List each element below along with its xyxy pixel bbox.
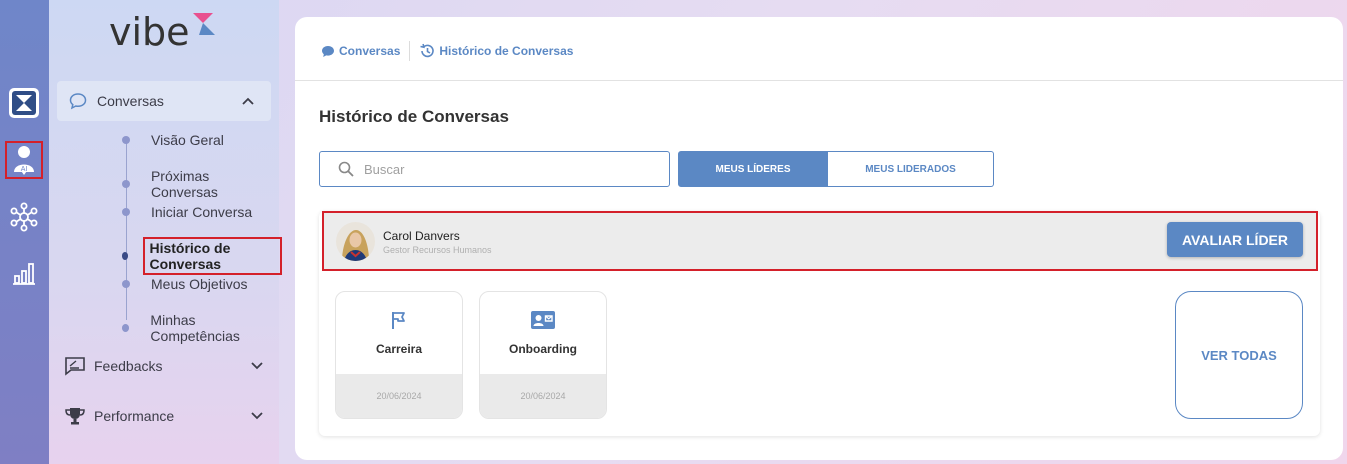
sidebar-item-visao-geral[interactable]: Visão Geral [122,132,224,148]
svg-text:AI: AI [21,166,28,173]
menu-conversas-label: Conversas [97,93,164,109]
sidebar-item-proximas-conversas[interactable]: Próximas Conversas [122,168,279,200]
sidebar-item-label: Minhas Competências [150,312,240,344]
leader-tabs: MEUS LÍDERES MEUS LIDERADOS [678,151,994,187]
menu-conversas[interactable]: Conversas [57,81,271,121]
main-content: Conversas Histórico de Conversas Históri… [295,17,1343,460]
leader-name: Carol Danvers [383,229,460,243]
see-all-button[interactable]: VER TODAS [1175,291,1303,419]
logo-text: vibe [109,10,190,54]
conversation-card-onboarding[interactable]: Onboarding 20/06/2024 [479,291,607,419]
sidebar-item-label: Meus Objetivos [151,276,248,292]
sidebar-item-label: Iniciar Conversa [151,204,253,220]
icon-rail: AI [0,0,49,464]
sidebar-item-label: Histórico de Conversas [143,237,282,275]
sidebar-item-label: Próximas Conversas [150,168,218,200]
menu-performance-label: Performance [94,408,175,424]
conversation-card-carreira[interactable]: Carreira 20/06/2024 [335,291,463,419]
chat-bubble-icon [322,45,334,57]
bullet-active [122,252,129,260]
leader-row[interactable]: Carol Danvers Gestor Recursos Humanos AV… [322,211,1318,271]
menu-feedbacks[interactable]: Feedbacks [64,356,264,376]
sidebar-item-minhas-competencias[interactable]: Minhas Competências [122,312,279,344]
bullet [122,208,130,216]
id-card-icon [480,310,606,330]
breadcrumb-historico-label: Histórico de Conversas [439,44,574,58]
breadcrumb-conversas[interactable]: Conversas [321,44,400,58]
tab-meus-lideres[interactable]: MEUS LÍDERES [678,151,828,187]
page-title: Histórico de Conversas [319,107,509,126]
breadcrumb-historico[interactable]: Histórico de Conversas [419,43,573,59]
sidebar-item-historico-de-conversas[interactable]: Histórico de Conversas [122,237,282,275]
leader-role: Gestor Recursos Humanos [383,245,492,255]
sidebar-item-label: Visão Geral [151,132,224,148]
flag-icon [336,310,462,330]
bullet [122,324,130,332]
logo-mark-icon [193,13,215,35]
menu-feedbacks-label: Feedbacks [94,358,163,374]
sidebar-item-meus-objetivos[interactable]: Meus Objetivos [122,276,247,292]
chat-bubble-icon [69,93,87,110]
conversation-date: 20/06/2024 [480,374,606,418]
evaluate-leader-button[interactable]: AVALIAR LÍDER [1167,222,1303,257]
hourglass-icon[interactable] [5,84,43,122]
avatar [336,222,375,261]
chevron-down-icon[interactable] [250,361,264,371]
search-input[interactable] [364,161,644,177]
breadcrumb: Conversas Histórico de Conversas [321,41,573,61]
sidebar-item-iniciar-conversa[interactable]: Iniciar Conversa [122,204,252,220]
feedback-icon [65,357,85,376]
bullet [122,180,130,188]
bullet [122,280,130,288]
conversation-title: Carreira [375,342,423,356]
chevron-down-icon[interactable] [250,411,264,421]
trophy-icon [65,408,85,425]
network-icon[interactable] [5,198,43,236]
tab-meus-liderados[interactable]: MEUS LIDERADOS [828,151,994,187]
leader-panel: Carol Danvers Gestor Recursos Humanos AV… [319,211,1320,436]
conversation-title: Onboarding [509,342,577,356]
conversation-date: 20/06/2024 [336,374,462,418]
bar-chart-icon[interactable] [5,254,43,292]
search-box[interactable] [319,151,670,187]
chevron-up-icon[interactable] [241,96,255,106]
breadcrumb-separator [409,41,411,61]
bullet [122,136,130,144]
breadcrumb-conversas-label: Conversas [339,44,401,58]
vibe-logo[interactable]: vibe [109,10,215,54]
sidebar: vibe Conversas Visão Geral Próximas Conv… [49,0,282,464]
menu-performance[interactable]: Performance [64,406,264,426]
submenu-line [126,140,127,320]
ai-person-icon[interactable]: AI [5,141,43,179]
header-divider [295,80,1343,81]
history-icon [420,43,435,58]
search-icon [338,161,354,177]
